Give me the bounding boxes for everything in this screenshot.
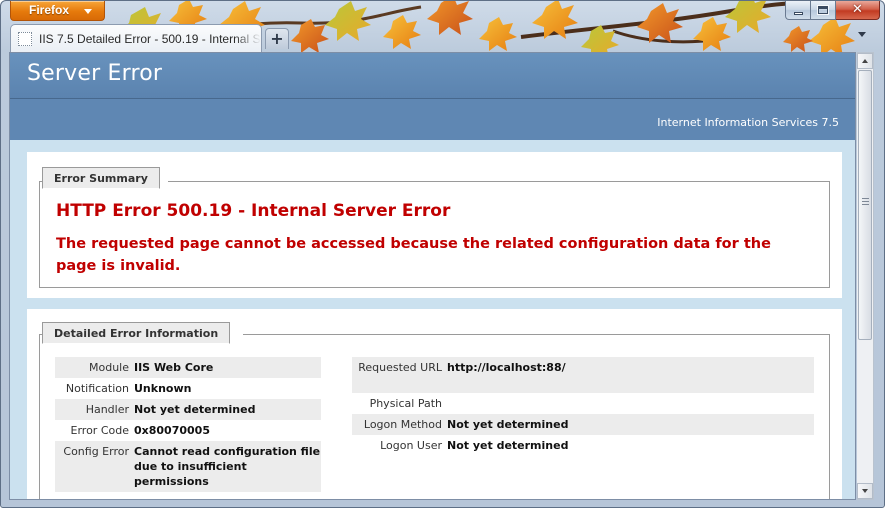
detail-label-config-error: Config Error (63, 445, 129, 458)
grip-line (862, 198, 869, 199)
frame-divider (168, 181, 829, 182)
frame-divider (243, 334, 829, 335)
detail-label-logon-user: Logon User (380, 439, 442, 452)
window-caption-buttons: ✕ (785, 1, 880, 21)
title-bar[interactable]: Firefox ✕ IIS 7.5 Detailed Error - 500.1… (1, 1, 884, 53)
page-viewport[interactable]: Server Error Internet Information Servic… (9, 52, 856, 500)
firefox-menu-button[interactable]: Firefox (10, 1, 105, 21)
header-subtitle: Internet Information Services 7.5 (657, 116, 839, 129)
detail-label-requested-url: Requested URL (358, 361, 442, 374)
detail-label-notification: Notification (65, 382, 129, 395)
detail-label-physical-path: Physical Path (369, 397, 442, 410)
table-row: Logon Method Not yet determined (352, 414, 814, 435)
detail-label-handler: Handler (85, 403, 129, 416)
table-row: Handler Not yet determined (55, 399, 321, 420)
table-row: Logon User Not yet determined (352, 435, 814, 456)
detail-value-notification: Unknown (134, 382, 192, 395)
detail-value-config-error: Cannot read configuration file due to in… (134, 445, 321, 488)
page-title: Server Error (27, 61, 163, 86)
close-window-button[interactable]: ✕ (836, 1, 880, 20)
table-row: Physical Path (352, 393, 814, 414)
detail-table-left: Module IIS Web Core Notification Unknown… (55, 357, 321, 492)
maximize-icon (818, 6, 828, 14)
error-summary-panel: Error Summary HTTP Error 500.19 - Intern… (27, 152, 842, 298)
vertical-scrollbar[interactable] (857, 52, 874, 500)
detail-label-logon-method: Logon Method (363, 418, 442, 431)
detail-label-error-code: Error Code (70, 424, 129, 437)
table-row: Module IIS Web Core (55, 357, 321, 378)
new-tab-button[interactable]: + (265, 28, 289, 49)
table-row: Requested URL http://localhost:88/ (352, 357, 814, 393)
scroll-down-arrow-icon[interactable] (857, 483, 873, 499)
table-row: Config Error Cannot read configuration f… (55, 441, 321, 492)
scroll-up-arrow-icon[interactable] (857, 53, 873, 69)
detail-value-handler: Not yet determined (134, 403, 256, 416)
detail-value-requested-url: http://localhost:88/ (447, 361, 566, 374)
close-icon: ✕ (852, 2, 863, 17)
table-row: Error Code 0x80070005 (55, 420, 321, 441)
tab-title: IIS 7.5 Detailed Error - 500.19 - Intern… (39, 32, 261, 46)
maximize-button[interactable] (811, 1, 836, 20)
browser-tab-active[interactable]: IIS 7.5 Detailed Error - 500.19 - Intern… (10, 24, 262, 52)
detailed-error-panel: Detailed Error Information Module IIS We… (27, 309, 842, 499)
grip-line (862, 201, 869, 202)
error-summary-legend: Error Summary (42, 167, 160, 189)
detail-label-module: Module (89, 361, 129, 374)
minimize-button[interactable] (785, 1, 811, 20)
detail-value-error-code: 0x80070005 (134, 424, 210, 437)
browser-window: Firefox ✕ IIS 7.5 Detailed Error - 500.1… (0, 0, 885, 508)
detail-value-logon-method: Not yet determined (447, 418, 569, 431)
detail-value-logon-user: Not yet determined (447, 439, 569, 452)
error-title: HTTP Error 500.19 - Internal Server Erro… (56, 201, 451, 221)
minimize-icon (794, 12, 803, 15)
tab-list-chevron-down-icon[interactable] (858, 32, 866, 37)
header-title-bar: Server Error (10, 53, 855, 99)
detail-value-module: IIS Web Core (134, 361, 214, 374)
page-header: Server Error Internet Information Servic… (10, 53, 855, 140)
grip-line (862, 204, 869, 205)
detail-table-right: Requested URL http://localhost:88/ Physi… (352, 357, 814, 456)
table-row: Notification Unknown (55, 378, 321, 399)
scrollbar-thumb[interactable] (858, 70, 872, 340)
detailed-error-legend: Detailed Error Information (42, 322, 231, 344)
error-description: The requested page cannot be accessed be… (56, 236, 771, 274)
blank-page-icon (18, 32, 32, 46)
firefox-menu-label: Firefox (29, 3, 70, 17)
chevron-down-icon (84, 9, 92, 14)
